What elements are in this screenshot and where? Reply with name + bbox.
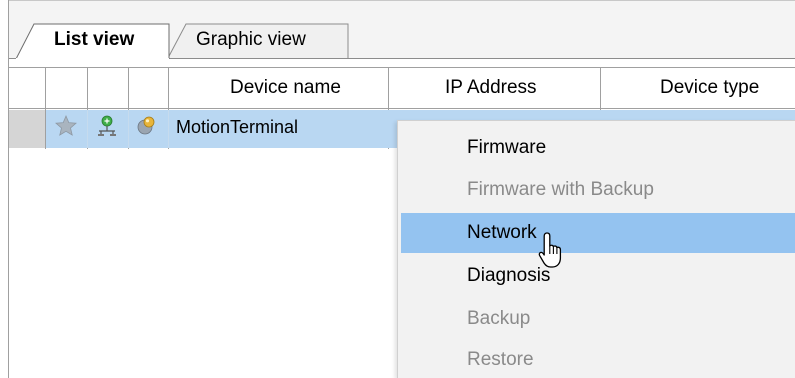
tab-graphic-view[interactable]: Graphic view xyxy=(168,23,350,59)
column-header-ip-address[interactable]: IP Address xyxy=(445,77,537,99)
device-status-icon xyxy=(137,116,155,135)
menu-item-label: Backup xyxy=(467,308,531,329)
menu-item-network[interactable]: Network xyxy=(401,213,795,253)
device-list-window: Graphic view List view Device name IP Ad… xyxy=(0,0,795,378)
tab-list-view[interactable]: List view xyxy=(16,23,171,60)
cell-separator xyxy=(87,110,88,148)
menu-item-diagnosis[interactable]: Diagnosis xyxy=(398,256,795,296)
tab-list-view-label: List view xyxy=(54,29,135,50)
row-selector-cell[interactable] xyxy=(9,110,45,148)
star-icon[interactable] xyxy=(54,114,78,138)
network-connection-icon xyxy=(98,115,116,136)
menu-item-firmware-with-backup[interactable]: Firmware with Backup xyxy=(398,170,795,210)
column-header-device-name[interactable]: Device name xyxy=(230,77,341,99)
menu-item-backup[interactable]: Backup xyxy=(398,299,795,339)
menu-item-label: Network xyxy=(467,222,537,243)
menu-item-label: Restore xyxy=(467,349,534,370)
context-menu: Firmware Firmware with Backup Network Di… xyxy=(397,120,795,378)
menu-item-restore[interactable]: Restore xyxy=(398,340,795,378)
cell-separator xyxy=(128,110,129,148)
device-name-cell[interactable]: MotionTerminal xyxy=(176,117,298,138)
menu-item-label: Firmware with Backup xyxy=(467,179,654,200)
cell-separator xyxy=(168,110,169,148)
column-header-device-type[interactable]: Device type xyxy=(660,77,759,99)
cell-separator xyxy=(45,110,46,148)
menu-item-firmware[interactable]: Firmware xyxy=(398,128,795,168)
hand-pointer-cursor-icon xyxy=(538,232,562,268)
tab-graphic-view-label: Graphic view xyxy=(196,29,306,50)
window-left-border xyxy=(8,0,9,378)
menu-item-label: Firmware xyxy=(467,137,547,158)
